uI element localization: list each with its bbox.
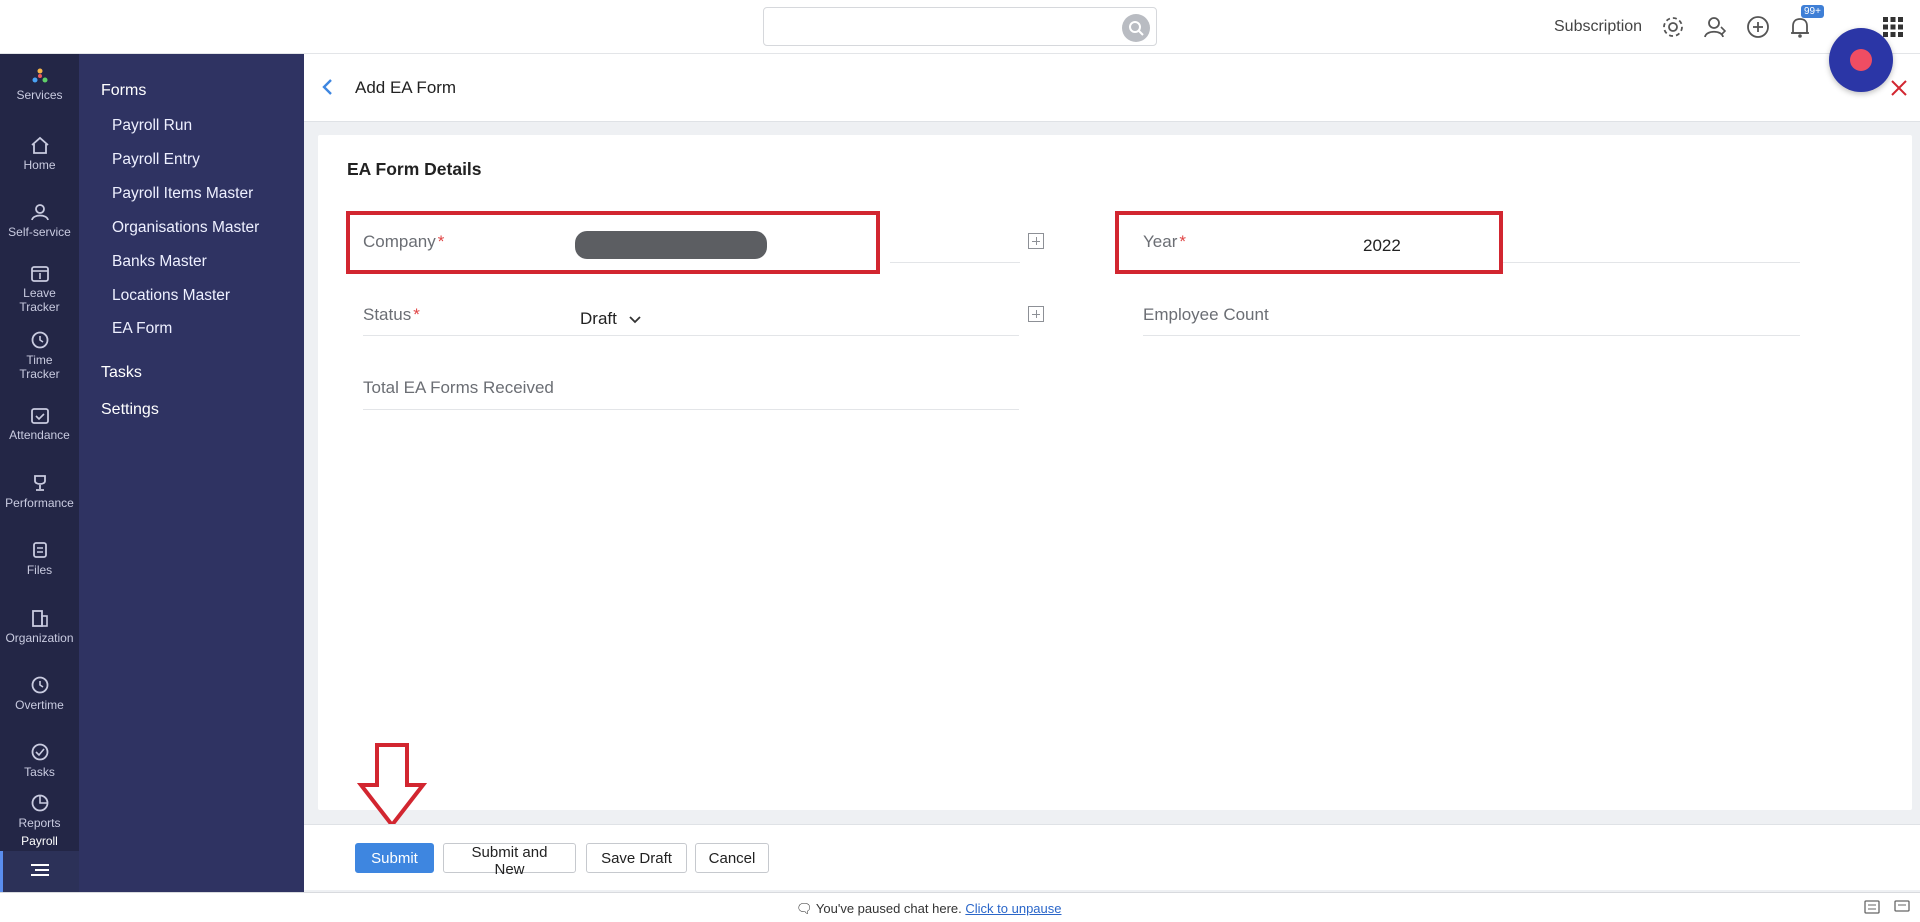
page-header: Add EA Form bbox=[304, 54, 1920, 122]
building-icon bbox=[31, 610, 48, 627]
company-highlight-box bbox=[346, 211, 880, 274]
rail-label: Services bbox=[16, 88, 63, 102]
status-value: Draft bbox=[580, 309, 617, 328]
hamburger-icon bbox=[30, 864, 49, 876]
cancel-button[interactable]: Cancel bbox=[695, 843, 769, 873]
rail-label: Files bbox=[26, 563, 53, 577]
search-input[interactable] bbox=[763, 7, 1157, 46]
rail-item-payroll[interactable]: Payroll bbox=[0, 834, 79, 848]
rail-item-overtime[interactable]: Overtime bbox=[0, 676, 79, 712]
menu-item-payroll-items-master[interactable]: Payroll Items Master bbox=[112, 185, 253, 203]
calendar-check-icon bbox=[30, 408, 49, 424]
rail-label: Overtime bbox=[15, 698, 64, 712]
add-circle-icon[interactable] bbox=[1745, 14, 1771, 40]
user-icon bbox=[30, 204, 49, 221]
menu-item-locations-master[interactable]: Locations Master bbox=[112, 287, 230, 305]
subscription-link[interactable]: Subscription bbox=[1554, 18, 1642, 36]
rail-label: Attendance bbox=[9, 428, 70, 442]
apps-grid-icon[interactable] bbox=[1882, 16, 1908, 42]
year-underline bbox=[1500, 262, 1800, 263]
add-status-icon[interactable] bbox=[1028, 306, 1044, 322]
record-dot-icon bbox=[1850, 49, 1872, 71]
menu-item-ea-form[interactable]: EA Form bbox=[112, 320, 172, 338]
employee-count-label: Employee Count bbox=[1143, 305, 1269, 324]
status-label: Status * bbox=[363, 305, 420, 325]
close-icon[interactable] bbox=[1890, 79, 1908, 102]
chevron-down-icon bbox=[628, 315, 641, 323]
menu-item-payroll-run[interactable]: Payroll Run bbox=[112, 117, 192, 135]
main-content: Add EA Form EA Form Details bbox=[304, 54, 1920, 892]
files-icon bbox=[32, 542, 47, 558]
services-icon bbox=[32, 68, 47, 83]
page-title: Add EA Form bbox=[355, 78, 457, 97]
rail-item-files[interactable]: Files bbox=[0, 541, 79, 577]
rail-label: Payroll bbox=[21, 834, 58, 848]
contacts-icon[interactable] bbox=[1864, 900, 1880, 917]
year-highlight-box bbox=[1115, 211, 1503, 274]
trophy-icon bbox=[33, 475, 46, 491]
rail-item-tasks[interactable]: Tasks bbox=[0, 743, 79, 779]
down-arrow-annotation-icon bbox=[357, 743, 427, 828]
rail-menu-toggle[interactable] bbox=[0, 862, 79, 882]
clock-icon bbox=[31, 676, 48, 694]
rail-item-attendance[interactable]: Attendance bbox=[0, 406, 79, 442]
status-underline bbox=[363, 335, 1019, 336]
rail-label: Leave Tracker bbox=[19, 286, 60, 314]
submit-and-new-button[interactable]: Submit and New bbox=[443, 843, 576, 878]
chat-status: 🗨 You've paused chat here. Click to unpa… bbox=[796, 901, 1062, 917]
rail-item-leave-tracker[interactable]: Leave Tracker bbox=[0, 264, 79, 314]
required-marker: * bbox=[413, 305, 420, 324]
clock-icon bbox=[31, 331, 48, 349]
calendar-icon bbox=[30, 266, 49, 282]
record-button[interactable] bbox=[1829, 28, 1893, 92]
rail-item-self-service[interactable]: Self-service bbox=[0, 203, 79, 239]
rail-label: Performance bbox=[5, 496, 74, 510]
home-icon bbox=[30, 136, 49, 154]
check-circle-icon bbox=[31, 743, 48, 761]
submit-button[interactable]: Submit bbox=[355, 843, 434, 873]
status-label-text: Status bbox=[363, 305, 412, 324]
menu-item-banks-master[interactable]: Banks Master bbox=[112, 253, 207, 271]
rail-label: Tasks bbox=[24, 765, 55, 779]
rail-label: Home bbox=[23, 158, 56, 172]
chat-bubble-icon: 🗨 bbox=[796, 901, 813, 916]
payroll-side-menu: Forms Payroll Run Payroll Entry Payroll … bbox=[79, 54, 304, 892]
chat-window-icon[interactable] bbox=[1894, 900, 1910, 917]
menu-section-settings[interactable]: Settings bbox=[101, 401, 159, 419]
rail-item-organization[interactable]: Organization bbox=[0, 609, 79, 645]
rail-label: Self-service bbox=[8, 225, 71, 239]
rail-item-reports[interactable]: Reports bbox=[0, 794, 79, 830]
total-ea-forms-label: Total EA Forms Received bbox=[363, 378, 554, 397]
user-switch-icon[interactable] bbox=[1702, 14, 1728, 40]
rail-item-home[interactable]: Home bbox=[0, 136, 79, 172]
total-ea-forms-field[interactable] bbox=[363, 409, 1019, 410]
section-title: EA Form Details bbox=[347, 159, 482, 179]
rail-label: Organization bbox=[5, 631, 74, 645]
rail-item-services[interactable]: Services bbox=[0, 68, 79, 102]
chat-paused-text: You've paused chat here. bbox=[815, 901, 962, 916]
unpause-chat-link[interactable]: Click to unpause bbox=[965, 901, 1061, 916]
company-underline bbox=[890, 262, 1020, 263]
rail-label: Time Tracker bbox=[19, 353, 60, 381]
notification-badge: 99+ bbox=[1801, 5, 1824, 18]
rail-label: Reports bbox=[18, 816, 61, 830]
menu-item-payroll-entry[interactable]: Payroll Entry bbox=[112, 151, 200, 169]
pie-chart-icon bbox=[31, 794, 48, 812]
status-select[interactable]: Draft bbox=[580, 309, 642, 329]
chat-status-bar: 🗨 You've paused chat here. Click to unpa… bbox=[0, 892, 1920, 922]
employee-count-field[interactable] bbox=[1143, 335, 1800, 336]
menu-item-organisations-master[interactable]: Organisations Master bbox=[112, 219, 259, 237]
app-rail: Services Home Self-service Leave Tracker… bbox=[0, 54, 79, 902]
gear-icon[interactable] bbox=[1660, 14, 1686, 40]
rail-item-time-tracker[interactable]: Time Tracker bbox=[0, 331, 79, 381]
menu-section-forms[interactable]: Forms bbox=[101, 82, 146, 100]
rail-item-performance[interactable]: Performance bbox=[0, 474, 79, 510]
menu-section-tasks[interactable]: Tasks bbox=[101, 364, 142, 382]
search-icon[interactable] bbox=[1122, 14, 1150, 42]
save-draft-button[interactable]: Save Draft bbox=[586, 843, 687, 873]
top-bar: Subscription 99+ bbox=[0, 0, 1920, 54]
back-arrow-icon[interactable] bbox=[320, 77, 334, 102]
add-company-icon[interactable] bbox=[1028, 233, 1044, 249]
